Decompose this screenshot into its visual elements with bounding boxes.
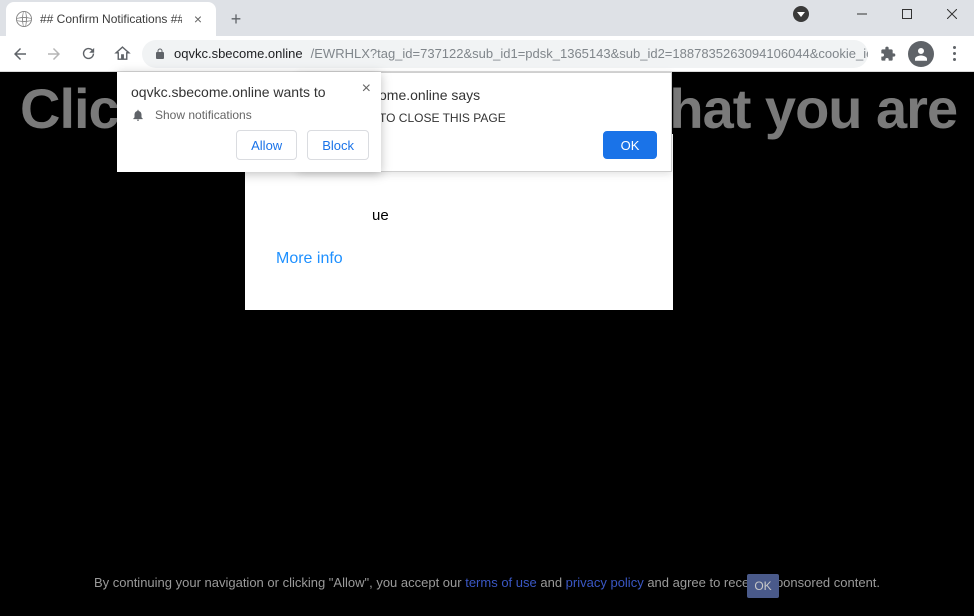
reload-button[interactable] [74,40,102,68]
tab-title: ## Confirm Notifications ## [40,12,182,26]
notification-origin: oqvkc.sbecome.online wants to [117,72,381,106]
terms-link[interactable]: terms of use [465,575,537,590]
tab-close-button[interactable]: × [190,11,206,27]
privacy-link[interactable]: privacy policy [566,575,644,590]
browser-menu-button[interactable] [940,46,968,61]
notification-prompt: × oqvkc.sbecome.online wants to Show not… [117,72,381,172]
window-minimize-button[interactable] [839,0,884,28]
url-path: /EWRHLX?tag_id=737122&sub_id1=pdsk_13651… [311,46,868,61]
back-button[interactable] [6,40,34,68]
notification-close-button[interactable]: × [362,80,371,98]
browser-tab[interactable]: ## Confirm Notifications ## × [6,2,216,36]
consent-footer: By continuing your navigation or clickin… [0,573,974,593]
extensions-icon[interactable] [874,40,902,68]
url-host: oqvkc.sbecome.online [174,46,303,61]
more-info-link[interactable]: More info [276,250,343,268]
bell-icon [131,108,145,122]
alert-ok-button[interactable]: OK [603,131,657,159]
footer-text-pre: By continuing your navigation or clickin… [94,575,465,590]
browser-toolbar: oqvkc.sbecome.online/EWRHLX?tag_id=73712… [0,36,974,72]
address-bar[interactable]: oqvkc.sbecome.online/EWRHLX?tag_id=73712… [142,40,868,68]
footer-and: and [537,575,566,590]
new-tab-button[interactable]: + [222,5,250,33]
profile-avatar[interactable] [908,41,934,67]
notification-block-button[interactable]: Block [307,130,369,160]
notification-permission-label: Show notifications [155,108,252,122]
window-maximize-button[interactable] [884,0,929,28]
notification-allow-button[interactable]: Allow [236,130,297,160]
forward-button[interactable] [40,40,68,68]
continue-text-fragment: ue [372,207,389,224]
window-close-button[interactable] [929,0,974,28]
lock-icon [154,48,166,60]
home-button[interactable] [108,40,136,68]
extension-shield-icon[interactable] [783,0,819,28]
globe-icon [16,11,32,27]
consent-ok-button[interactable]: OK [747,574,779,598]
